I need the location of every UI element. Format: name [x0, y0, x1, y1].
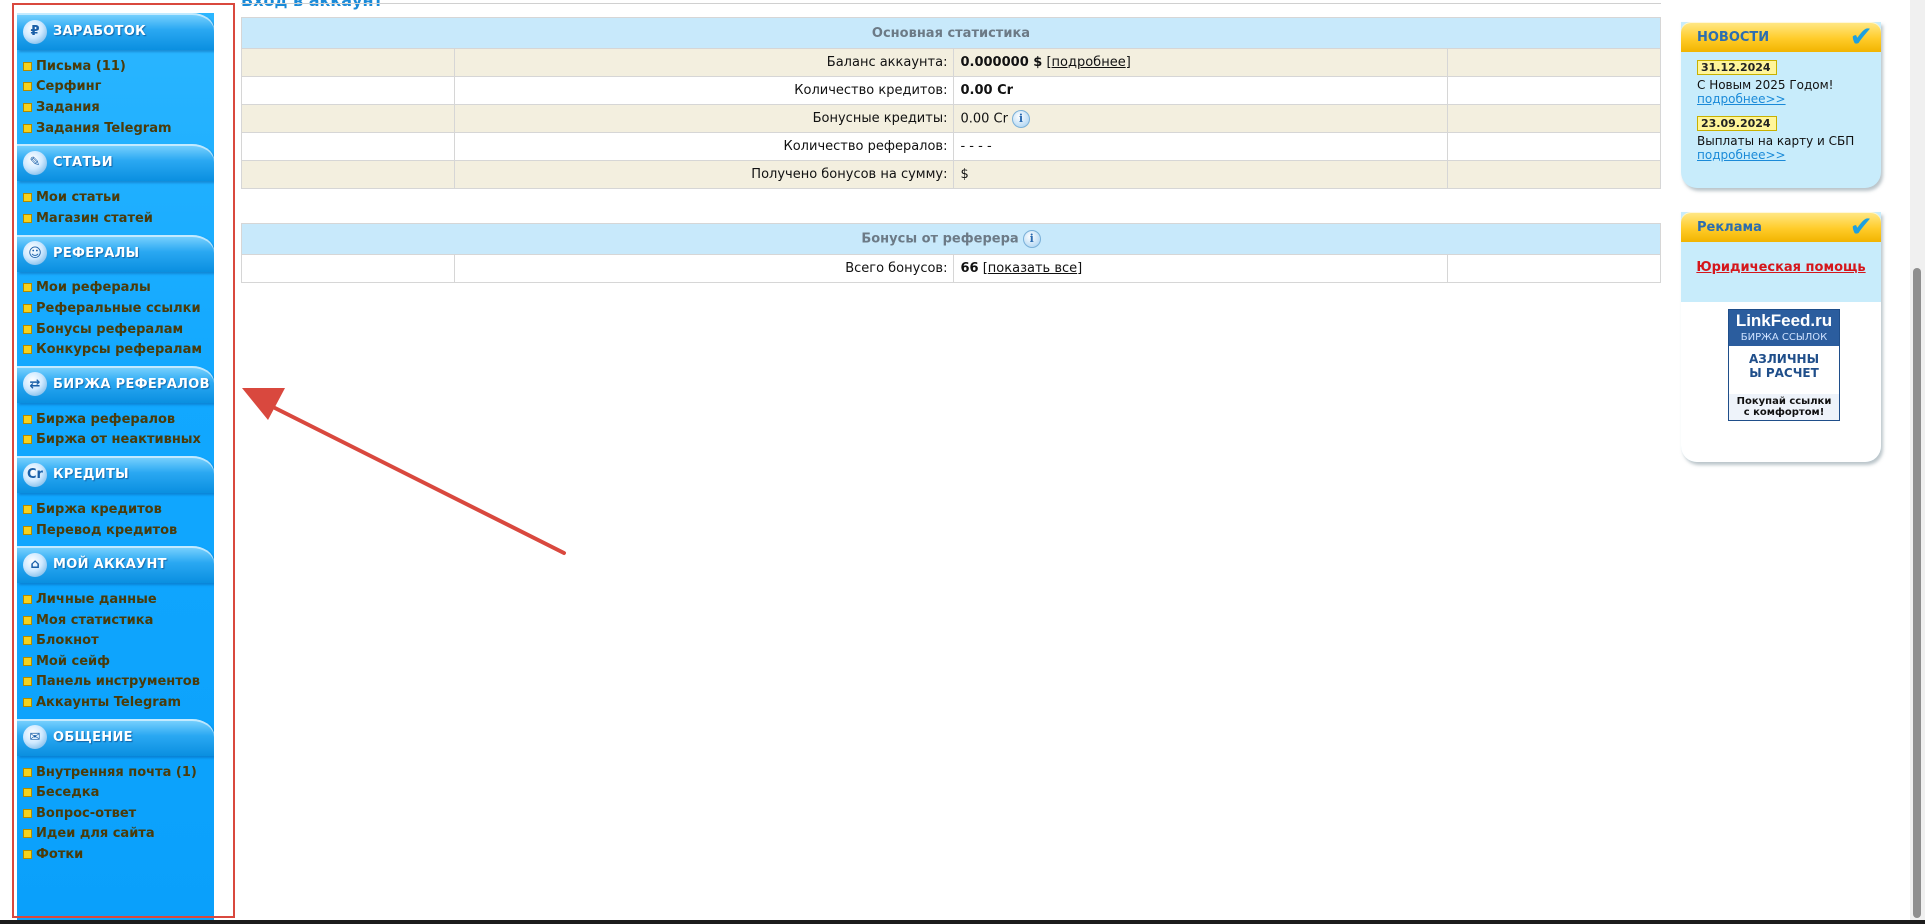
referrals-count-value: - - - -	[960, 139, 992, 154]
banner-name: LinkFeed.ru	[1735, 311, 1833, 330]
news-more-link[interactable]: подробнее>>	[1697, 92, 1881, 106]
news-date: 23.09.2024	[1697, 116, 1777, 131]
banner-sub: БИРЖА ССЫЛОК	[1740, 332, 1828, 343]
balance-details-link[interactable]: подробнее	[1052, 55, 1126, 70]
table-row: Получено бонусов на сумму: $	[240, 160, 1662, 189]
banner-line: Ы РАСЧЕТ	[1749, 366, 1819, 380]
checkmark-icon: ✔	[1849, 20, 1873, 53]
linkfeed-banner[interactable]: LinkFeed.ru БИРЖА ССЫЛОК АЗЛИЧНЫ Ы РАСЧЕ…	[1728, 309, 1840, 421]
row-label: Бонусные кредиты:	[454, 104, 955, 133]
table-row: Всего бонусов: 66 [показать все]	[240, 254, 1662, 283]
table-row: Баланс аккаунта: 0.000000 $ [подробнее]	[240, 48, 1662, 77]
row-label: Всего бонусов:	[454, 254, 955, 283]
ads-title: Реклама	[1697, 219, 1762, 235]
news-header: НОВОСТИ ✔	[1681, 22, 1881, 52]
balance-value: 0.000000 $	[960, 55, 1043, 70]
scrollbar-thumb[interactable]	[1913, 268, 1921, 918]
credits-value: 0.00 Cr	[960, 83, 1014, 98]
legal-help-link[interactable]: Юридическая помощь	[1681, 260, 1881, 275]
news-text: С Новым 2025 Годом!	[1697, 78, 1834, 92]
checkmark-icon: ✔	[1849, 210, 1873, 243]
news-text: Выплаты на карту и СБП	[1697, 134, 1855, 148]
stats-header: Основная статистика	[241, 17, 1661, 49]
page-title: Вход в аккаунт	[241, 0, 383, 10]
banner-bottom-line: Покупай ссылки	[1736, 396, 1832, 407]
referrer-header: Бонусы от реферера	[861, 231, 1019, 247]
news-item: 31.12.2024 С Новым 2025 Годом! подробнее…	[1681, 52, 1881, 106]
info-icon[interactable]: i	[1011, 109, 1030, 128]
news-title: НОВОСТИ	[1697, 29, 1770, 45]
vertical-scrollbar[interactable]	[1910, 0, 1925, 924]
row-label: Количество рефералов:	[454, 132, 955, 161]
ads-header: Реклама ✔	[1681, 212, 1881, 242]
divider	[241, 3, 1661, 4]
total-bonus-value: 66	[960, 261, 979, 276]
row-label: Получено бонусов на сумму:	[454, 160, 955, 189]
bottom-edge	[0, 920, 1925, 924]
ads-box: Реклама ✔ Юридическая помощь LinkFeed.ru…	[1681, 212, 1881, 462]
main-stats-table: Основная статистика Баланс аккаунта: 0.0…	[240, 17, 1662, 189]
bonus-credits-value: 0.00 Cr	[960, 111, 1008, 126]
referrer-bonus-table: Бонусы от реферера i Всего бонусов: 66 [п…	[240, 223, 1662, 283]
news-more-link[interactable]: подробнее>>	[1697, 148, 1881, 162]
banner-line: АЗЛИЧНЫ	[1749, 352, 1819, 366]
row-label: Количество кредитов:	[454, 76, 955, 105]
bonus-sum-value: $	[960, 167, 969, 182]
info-icon[interactable]: i	[1022, 230, 1041, 248]
news-date: 31.12.2024	[1697, 60, 1777, 75]
table-row: Количество рефералов: - - - -	[240, 132, 1662, 161]
table-row: Количество кредитов: 0.00 Cr	[240, 76, 1662, 105]
show-all-link[interactable]: показать все	[988, 261, 1077, 276]
row-label: Баланс аккаунта:	[454, 48, 955, 77]
banner-bottom-line: с комфортом!	[1743, 407, 1825, 418]
table-row: Бонусные кредиты: 0.00 Cr i	[240, 104, 1662, 133]
news-box: НОВОСТИ ✔ 31.12.2024 С Новым 2025 Годом!…	[1681, 22, 1881, 188]
news-item: 23.09.2024 Выплаты на карту и СБП подроб…	[1681, 106, 1881, 162]
